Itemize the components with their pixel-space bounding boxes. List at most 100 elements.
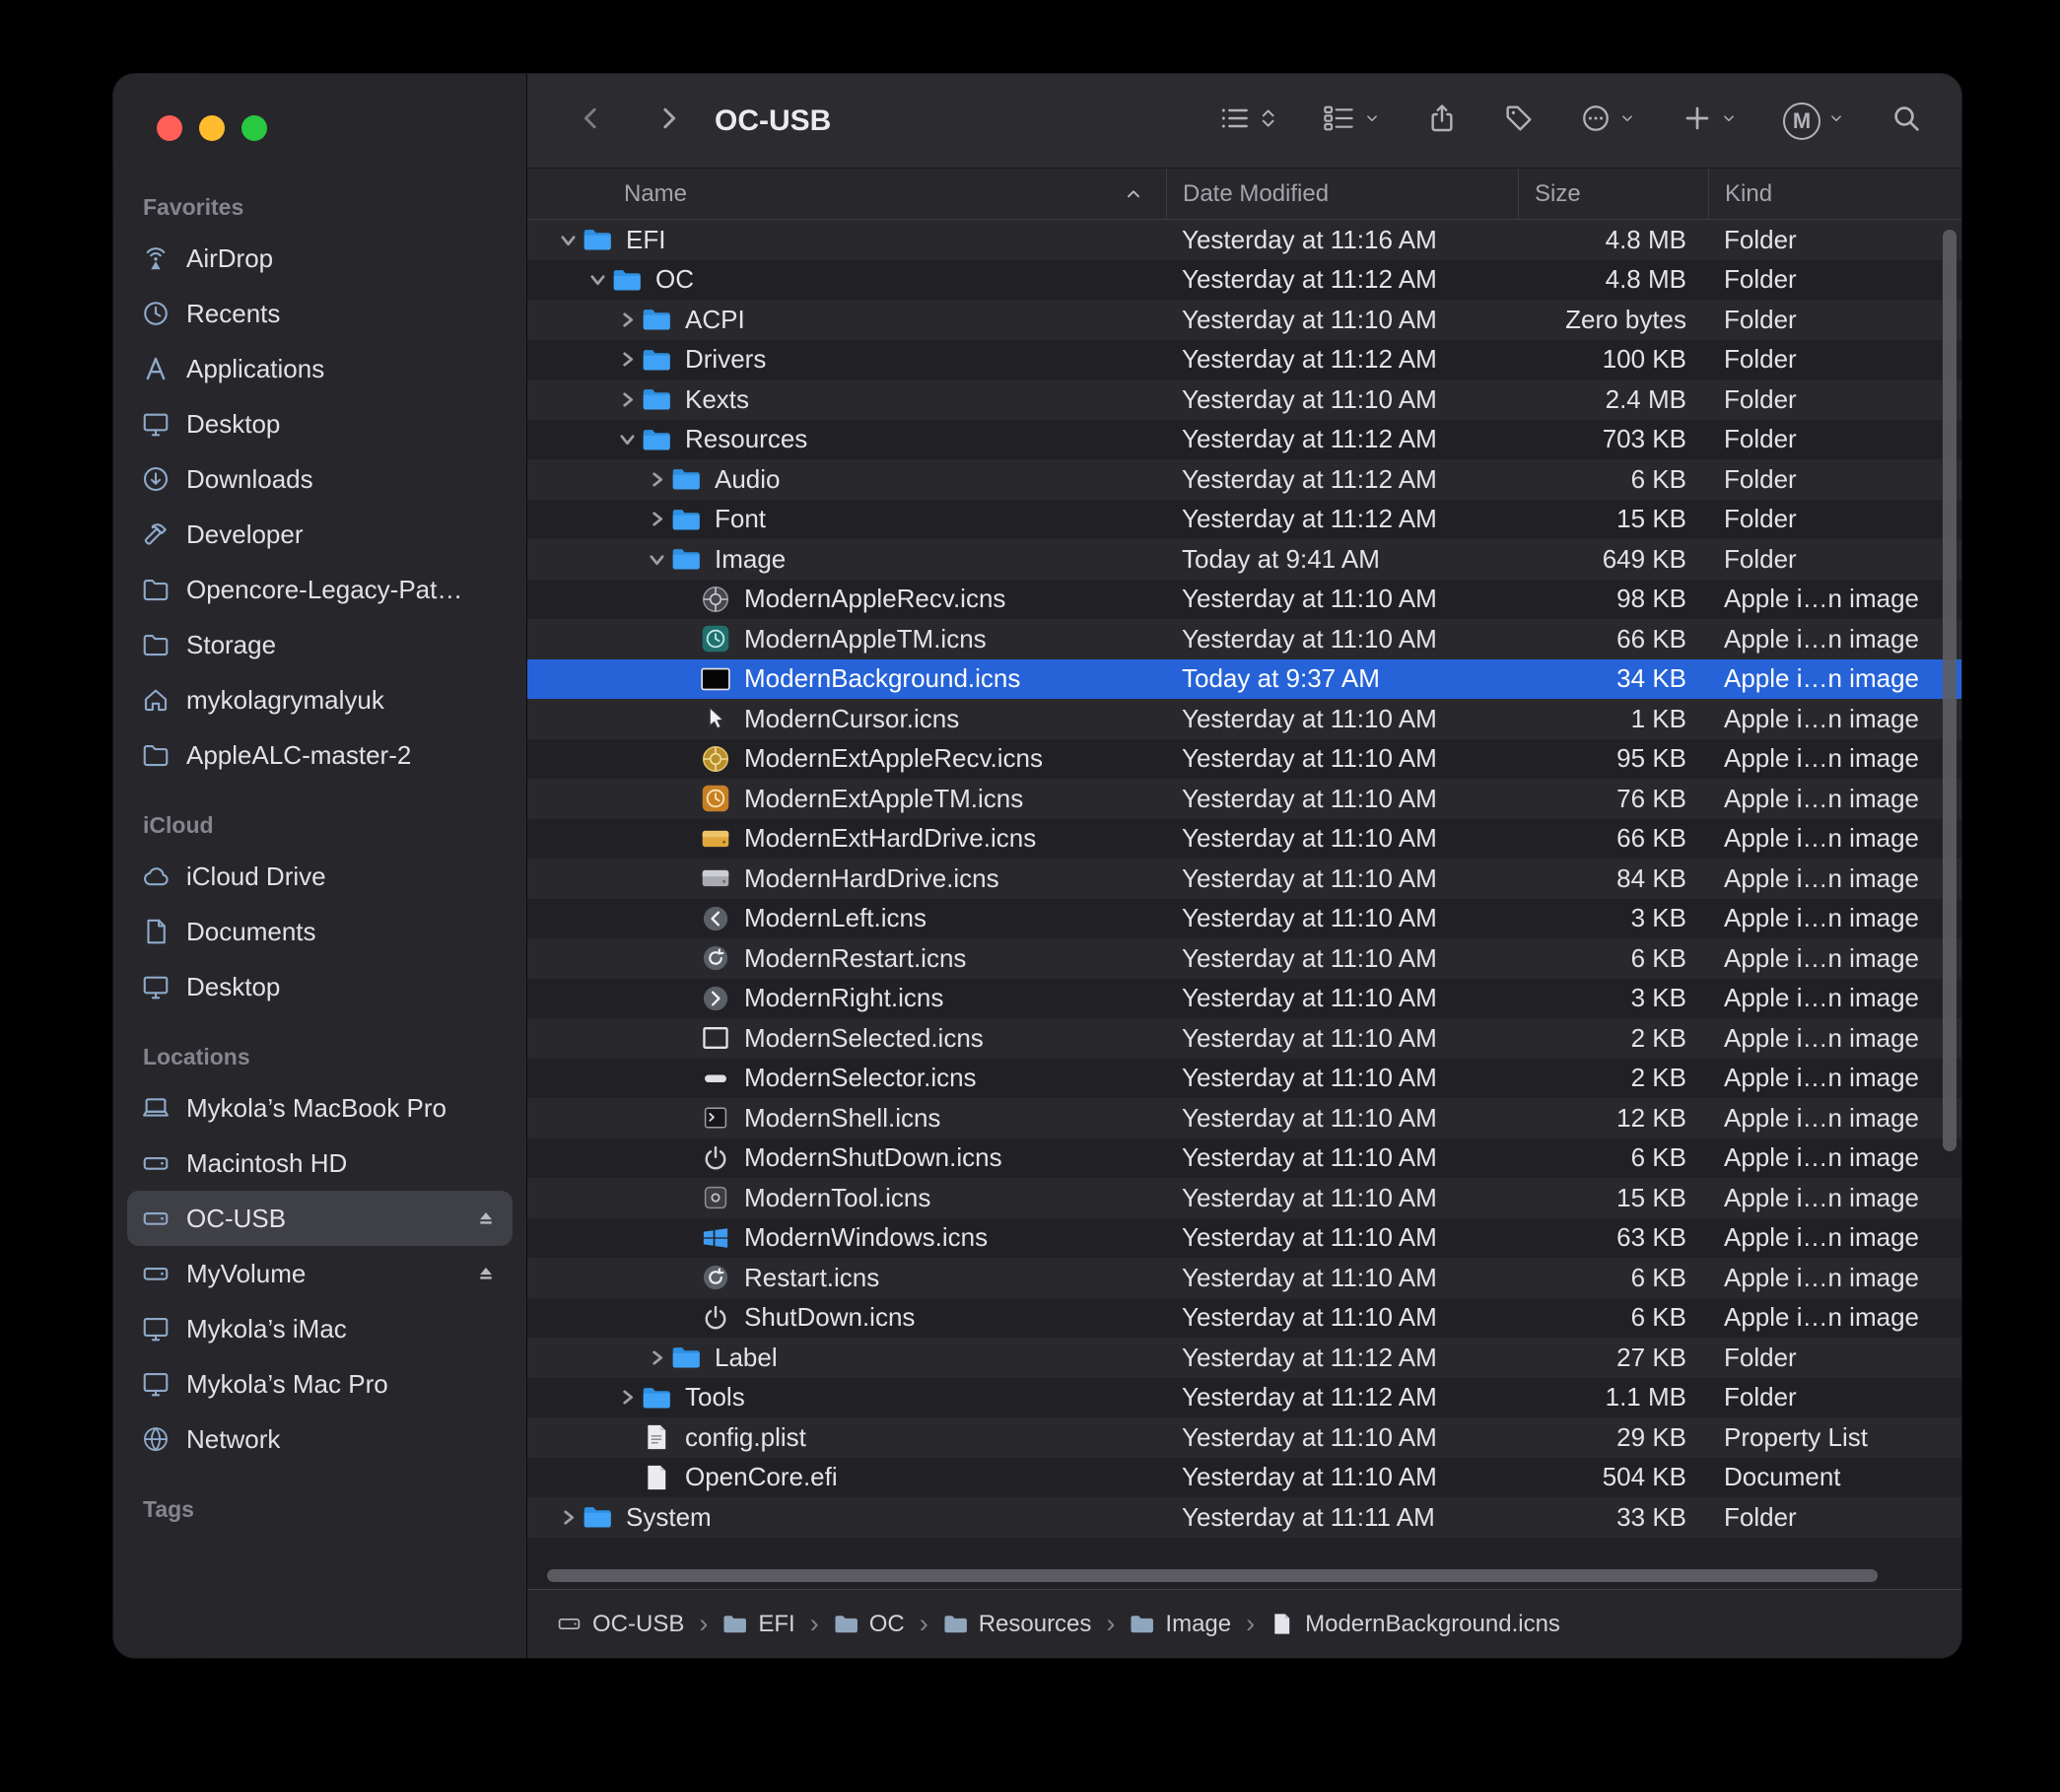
file-row-modernharddrive-icns[interactable]: ModernHardDrive.icnsYesterday at 11:10 A…	[527, 859, 1961, 899]
file-row-moderntool-icns[interactable]: ModernTool.icnsYesterday at 11:10 AM15 K…	[527, 1178, 1961, 1218]
disclosure-triangle[interactable]	[612, 391, 642, 408]
sidebar-item-storage[interactable]: Storage	[127, 617, 513, 672]
file-row-modernselected-icns[interactable]: ModernSelected.icnsYesterday at 11:10 AM…	[527, 1018, 1961, 1059]
eject-button[interactable]	[473, 1206, 499, 1231]
group-button[interactable]	[1322, 103, 1381, 139]
file-row-opencore-efi[interactable]: OpenCore.efiYesterday at 11:10 AM504 KBD…	[527, 1458, 1961, 1498]
file-row-modernbackground-icns[interactable]: ModernBackground.icnsToday at 9:37 AM34 …	[527, 659, 1961, 700]
column-header-kind[interactable]: Kind	[1708, 169, 1961, 219]
file-row-modernleft-icns[interactable]: ModernLeft.icnsYesterday at 11:10 AM3 KB…	[527, 899, 1961, 939]
disclosure-triangle[interactable]	[642, 511, 671, 527]
date-modified-cell: Yesterday at 11:10 AM	[1166, 1142, 1518, 1173]
sidebar-item-recents[interactable]: Recents	[127, 286, 513, 341]
sidebar-item-desktop[interactable]: Desktop	[127, 396, 513, 451]
kind-cell: Apple i…n image	[1708, 663, 1961, 694]
sidebar-item-mykola-s-imac[interactable]: Mykola’s iMac	[127, 1301, 513, 1356]
file-row-modernright-icns[interactable]: ModernRight.icnsYesterday at 11:10 AM3 K…	[527, 979, 1961, 1019]
path-item-resources[interactable]: Resources	[943, 1611, 1092, 1638]
sidebar-item-downloads[interactable]: Downloads	[127, 451, 513, 507]
file-row-modernextharddrive-icns[interactable]: ModernExtHardDrive.icnsYesterday at 11:1…	[527, 819, 1961, 860]
file-row-drivers[interactable]: DriversYesterday at 11:12 AM100 KBFolder	[527, 340, 1961, 380]
file-row-kexts[interactable]: KextsYesterday at 11:10 AM2.4 MBFolder	[527, 379, 1961, 420]
path-item-oc-usb[interactable]: OC-USB	[557, 1611, 684, 1638]
sidebar-item-mykola-s-mac-pro[interactable]: Mykola’s Mac Pro	[127, 1356, 513, 1412]
search-button[interactable]	[1890, 103, 1922, 139]
file-row-modernextappletm-icns[interactable]: ModernExtAppleTM.icnsYesterday at 11:10 …	[527, 779, 1961, 819]
sidebar-item-applealc-master-2[interactable]: AppleALC-master-2	[127, 727, 513, 783]
file-row-config-plist[interactable]: config.plistYesterday at 11:10 AM29 KBPr…	[527, 1417, 1961, 1458]
file-row-modernapplerecv-icns[interactable]: ModernAppleRecv.icnsYesterday at 11:10 A…	[527, 580, 1961, 620]
sidebar-item-developer[interactable]: Developer	[127, 507, 513, 562]
file-row-efi[interactable]: EFIYesterday at 11:16 AM4.8 MBFolder	[527, 220, 1961, 260]
kind-cell: Folder	[1708, 305, 1961, 335]
file-row-shutdown-icns[interactable]: ShutDown.icnsYesterday at 11:10 AM6 KBAp…	[527, 1298, 1961, 1339]
file-row-modernappletm-icns[interactable]: ModernAppleTM.icnsYesterday at 11:10 AM6…	[527, 619, 1961, 659]
file-row-audio[interactable]: AudioYesterday at 11:12 AM6 KBFolder	[527, 459, 1961, 500]
account-button[interactable]: M	[1783, 103, 1845, 140]
sidebar-item-desktop[interactable]: Desktop	[127, 959, 513, 1014]
file-row-restart-icns[interactable]: Restart.icnsYesterday at 11:10 AM6 KBApp…	[527, 1258, 1961, 1298]
file-row-modernshutdown-icns[interactable]: ModernShutDown.icnsYesterday at 11:10 AM…	[527, 1138, 1961, 1179]
column-header-date-modified[interactable]: Date Modified	[1166, 169, 1518, 219]
path-item-oc[interactable]: OC	[834, 1611, 905, 1638]
file-row-modernselector-icns[interactable]: ModernSelector.icnsYesterday at 11:10 AM…	[527, 1059, 1961, 1099]
horizontal-scrollbar-thumb[interactable]	[547, 1569, 1878, 1582]
eject-button[interactable]	[473, 1261, 499, 1286]
path-item-image[interactable]: Image	[1130, 1611, 1231, 1638]
file-name: ModernExtAppleTM.icns	[744, 784, 1023, 814]
sidebar-item-mykola-s-macbook-pro[interactable]: Mykola’s MacBook Pro	[127, 1080, 513, 1136]
zoom-button[interactable]	[241, 115, 267, 141]
column-header-name[interactable]: Name	[527, 169, 1166, 219]
minimize-button[interactable]	[199, 115, 225, 141]
file-row-modernshell-icns[interactable]: ModernShell.icnsYesterday at 11:10 AM12 …	[527, 1098, 1961, 1138]
file-row-image[interactable]: ImageToday at 9:41 AM649 KBFolder	[527, 539, 1961, 580]
tag-button[interactable]	[1503, 103, 1535, 139]
sidebar-item-opencore-legacy-pat[interactable]: Opencore-Legacy-Pat…	[127, 562, 513, 617]
disclosure-triangle[interactable]	[642, 1349, 671, 1366]
selector-icon	[701, 1064, 730, 1093]
view-button[interactable]	[1218, 103, 1276, 139]
back-button[interactable]	[575, 102, 608, 141]
column-header-size[interactable]: Size	[1518, 169, 1708, 219]
sidebar-item-network[interactable]: Network	[127, 1412, 513, 1467]
disclosure-triangle[interactable]	[553, 232, 583, 248]
path-item-modernbackground-icns[interactable]: ModernBackground.icns	[1270, 1611, 1560, 1638]
file-row-label[interactable]: LabelYesterday at 11:12 AM27 KBFolder	[527, 1338, 1961, 1378]
sidebar-item-oc-usb[interactable]: OC-USB	[127, 1191, 513, 1246]
sidebar-item-macintosh-hd[interactable]: Macintosh HD	[127, 1136, 513, 1191]
disclosure-triangle[interactable]	[612, 311, 642, 328]
disclosure-triangle[interactable]	[612, 431, 642, 448]
file-row-font[interactable]: FontYesterday at 11:12 AM15 KBFolder	[527, 500, 1961, 540]
sidebar-item-icloud-drive[interactable]: iCloud Drive	[127, 849, 513, 904]
disclosure-triangle[interactable]	[642, 551, 671, 568]
more-actions-button[interactable]	[1580, 103, 1636, 139]
sidebar-item-myvolume[interactable]: MyVolume	[127, 1246, 513, 1301]
disclosure-triangle[interactable]	[612, 1389, 642, 1406]
file-row-acpi[interactable]: ACPIYesterday at 11:10 AMZero bytesFolde…	[527, 300, 1961, 340]
share-button[interactable]	[1426, 103, 1458, 139]
sidebar-item-applications[interactable]: Applications	[127, 341, 513, 396]
sidebar-item-mykolagrymalyuk[interactable]: mykolagrymalyuk	[127, 672, 513, 727]
close-button[interactable]	[157, 115, 182, 141]
forward-button[interactable]	[652, 102, 685, 141]
file-row-tools[interactable]: ToolsYesterday at 11:12 AM1.1 MBFolder	[527, 1378, 1961, 1418]
file-row-moderncursor-icns[interactable]: ModernCursor.icnsYesterday at 11:10 AM1 …	[527, 699, 1961, 739]
file-row-modernrestart-icns[interactable]: ModernRestart.icnsYesterday at 11:10 AM6…	[527, 938, 1961, 979]
file-row-oc[interactable]: OCYesterday at 11:12 AM4.8 MBFolder	[527, 260, 1961, 301]
file-row-resources[interactable]: ResourcesYesterday at 11:12 AM703 KBFold…	[527, 420, 1961, 460]
sidebar-item-airdrop[interactable]: AirDrop	[127, 231, 513, 286]
sidebar-item-documents[interactable]: Documents	[127, 904, 513, 959]
cursor-icon	[701, 704, 730, 733]
vertical-scrollbar-thumb[interactable]	[1943, 230, 1957, 1151]
add-button[interactable]	[1682, 103, 1738, 139]
file-row-modernextapplerecv-icns[interactable]: ModernExtAppleRecv.icnsYesterday at 11:1…	[527, 739, 1961, 780]
hammer-icon	[141, 519, 171, 549]
path-item-efi[interactable]: EFI	[722, 1611, 794, 1638]
folder-mini-icon	[834, 1612, 858, 1636]
disclosure-triangle[interactable]	[612, 351, 642, 368]
disclosure-triangle[interactable]	[642, 471, 671, 488]
disclosure-triangle[interactable]	[583, 271, 612, 288]
file-row-system[interactable]: SystemYesterday at 11:11 AM33 KBFolder	[527, 1497, 1961, 1538]
disclosure-triangle[interactable]	[553, 1509, 583, 1526]
file-row-modernwindows-icns[interactable]: ModernWindows.icnsYesterday at 11:10 AM6…	[527, 1218, 1961, 1259]
